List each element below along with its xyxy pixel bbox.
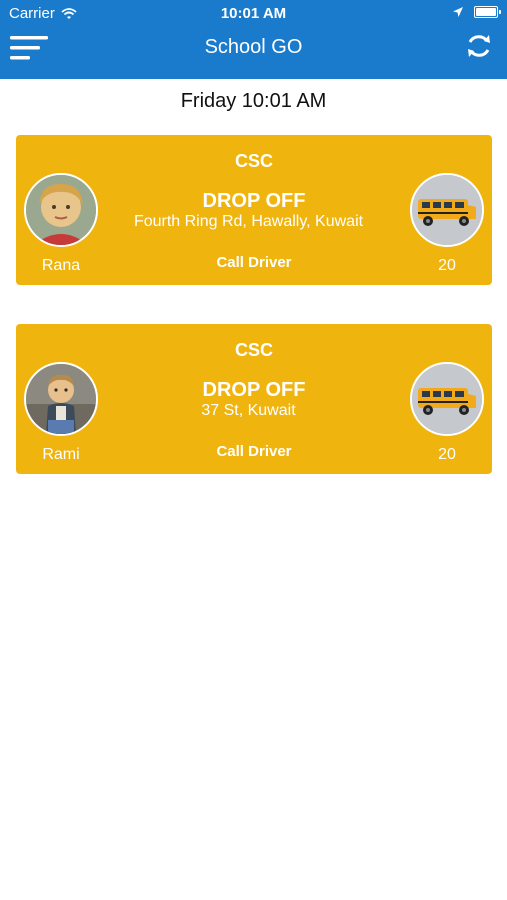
date-label: Friday 10:01 AM (180, 90, 327, 112)
nav-bar: School GO (0, 28, 507, 79)
trip-address: Fourth Ring Rd, Hawally, Kuwait (133, 213, 364, 230)
status-time: 10:01 AM (220, 5, 287, 22)
trip-card[interactable]: CSC Rami DROP OFF 37 St, Kuwait Call Dri… (16, 324, 492, 474)
bus-avatar[interactable] (410, 173, 484, 247)
status-right (452, 6, 501, 18)
bus-number: 20 (438, 446, 456, 463)
school-name: CSC (234, 340, 273, 360)
trip-card[interactable]: CSC Rana DROP OFF Fourth Ring Rd, Hawall… (16, 135, 492, 285)
trip-address: 37 St, Kuwait (201, 402, 296, 419)
school-bus-icon (412, 364, 482, 434)
battery-icon (474, 6, 501, 18)
bus-number: 20 (438, 257, 456, 274)
location-arrow-icon (453, 7, 463, 17)
school-name: CSC (234, 151, 273, 171)
refresh-button[interactable] (465, 32, 493, 60)
status-bar: Carrier 10:01 AM (0, 0, 507, 28)
bus-avatar[interactable] (410, 362, 484, 436)
school-bus-icon (412, 175, 482, 245)
top-bar: Carrier 10:01 AM School GO (0, 0, 507, 79)
refresh-icon (468, 35, 490, 57)
page-title: School GO (204, 36, 303, 58)
